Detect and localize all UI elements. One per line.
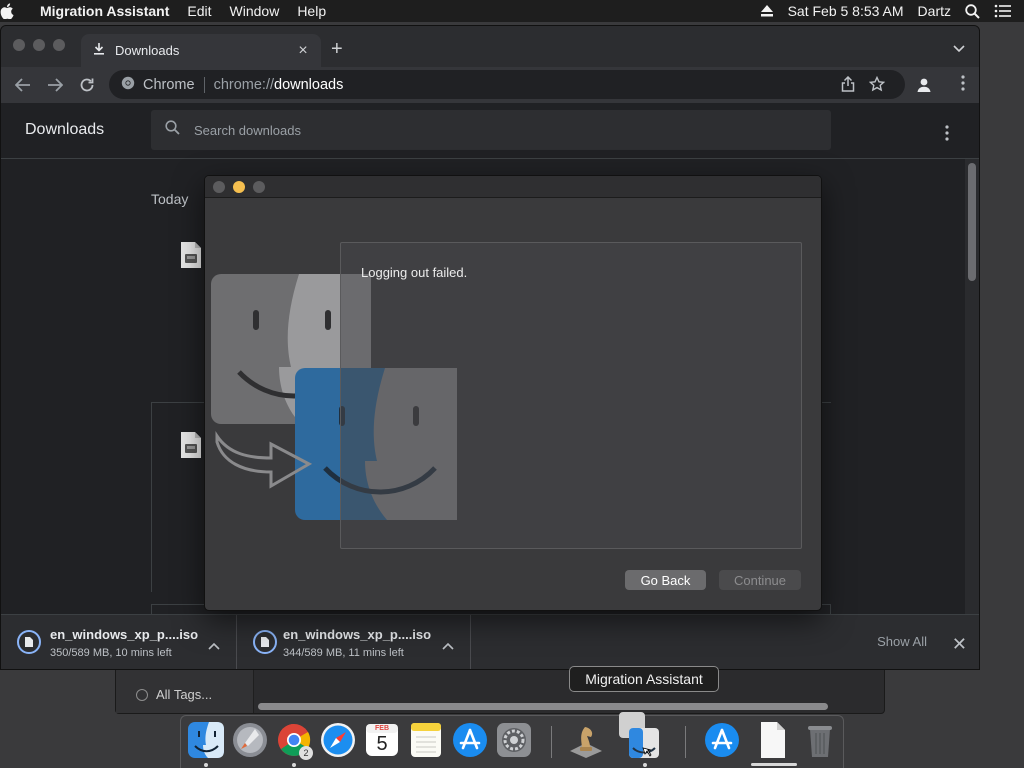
safari-icon[interactable]: [319, 721, 357, 759]
finder-horizontal-scrollbar[interactable]: [258, 703, 828, 710]
running-indicator: [643, 763, 647, 767]
menu-clock[interactable]: Sat Feb 5 8:53 AM: [788, 3, 904, 19]
dock-separator: [551, 726, 552, 758]
close-shelf-icon[interactable]: ✕: [952, 634, 967, 655]
omnibox-divider: [203, 76, 205, 93]
tab-close-icon[interactable]: ×: [293, 42, 313, 60]
show-all-button[interactable]: Show All: [877, 634, 927, 649]
zoom-window-button[interactable]: [53, 39, 65, 51]
finder-icon[interactable]: [187, 721, 225, 759]
chevron-up-icon[interactable]: [442, 637, 454, 655]
download-progress-bar: [751, 763, 797, 766]
address-bar[interactable]: Chrome chrome://downloads: [109, 70, 905, 99]
app-store-icon[interactable]: [451, 721, 489, 759]
chrome-traffic-lights: [13, 39, 65, 51]
minimize-window-button[interactable]: [233, 181, 245, 193]
go-back-button[interactable]: Go Back: [625, 570, 706, 590]
shelf-file-name: en_windows_xp_p....iso: [50, 627, 199, 642]
chevron-up-icon[interactable]: [208, 637, 220, 655]
profile-avatar-icon[interactable]: [913, 74, 935, 96]
menu-bar: Migration Assistant Edit Window Help Sat…: [0, 0, 1024, 22]
share-icon[interactable]: [841, 75, 855, 96]
migration-assistant-window: Logging out failed. Go Back Continue: [204, 175, 822, 611]
status-message: Logging out failed.: [361, 265, 468, 280]
ma-titlebar: [205, 176, 821, 198]
chrome-notification-badge: 2: [299, 746, 313, 760]
document-icon[interactable]: [753, 721, 791, 759]
close-window-button[interactable]: [213, 181, 225, 193]
ma-traffic-lights: [213, 181, 265, 193]
status-panel: Logging out failed.: [340, 242, 802, 549]
tab-downloads[interactable]: Downloads ×: [81, 34, 321, 67]
new-tab-button[interactable]: +: [331, 38, 343, 61]
bookmark-star-icon[interactable]: [868, 75, 886, 96]
file-icon: [180, 241, 202, 274]
eject-icon[interactable]: [760, 5, 774, 17]
menu-help[interactable]: Help: [297, 3, 326, 19]
running-indicator: [292, 763, 296, 767]
chrome-menu-icon[interactable]: [961, 75, 965, 96]
minimize-window-button[interactable]: [33, 39, 45, 51]
menu-window[interactable]: Window: [230, 3, 280, 19]
menu-edit[interactable]: Edit: [187, 3, 211, 19]
chrome-toolbar: Chrome chrome://downloads: [1, 67, 979, 103]
tab-label: Downloads: [115, 43, 180, 58]
forward-arrow-icon[interactable]: [45, 75, 65, 95]
search-input[interactable]: [194, 122, 794, 138]
tab-strip: Downloads × +: [1, 26, 979, 67]
back-arrow-icon[interactable]: [13, 75, 33, 95]
shelf-file-status: 350/589 MB, 10 mins left: [50, 647, 172, 659]
downloads-search[interactable]: [151, 110, 831, 150]
close-window-button[interactable]: [13, 39, 25, 51]
section-today-label: Today: [151, 191, 189, 207]
url-host: downloads: [274, 76, 344, 93]
reload-icon[interactable]: [77, 75, 97, 95]
dock-tooltip: Migration Assistant: [569, 666, 719, 692]
finder-tag-label: All Tags...: [156, 687, 213, 702]
omnibox-chip: Chrome: [143, 76, 195, 93]
finder-tag-all-tags[interactable]: All Tags...: [136, 687, 212, 702]
notification-center-icon[interactable]: [994, 4, 1012, 18]
launchpad-icon[interactable]: [231, 721, 269, 759]
shelf-file-status: 344/589 MB, 11 mins left: [283, 647, 404, 659]
menu-app-name[interactable]: Migration Assistant: [40, 3, 169, 19]
menu-user[interactable]: Dartz: [918, 3, 951, 19]
shelf-item-2[interactable]: en_windows_xp_p....iso 344/589 MB, 11 mi…: [237, 615, 471, 669]
app-store-downloads-icon[interactable]: [703, 721, 741, 759]
calendar-day: 5: [376, 733, 388, 755]
downloads-more-icon[interactable]: [945, 125, 949, 146]
running-indicator: [204, 763, 208, 767]
file-icon: [180, 431, 202, 464]
scrollbar-thumb[interactable]: [968, 163, 976, 281]
continue-button: Continue: [719, 570, 801, 590]
download-shelf: en_windows_xp_p....iso 350/589 MB, 10 mi…: [1, 614, 979, 669]
search-icon: [165, 120, 180, 140]
page-title: Downloads: [25, 121, 105, 138]
chess-icon[interactable]: [567, 721, 605, 759]
chrome-logo-icon: [121, 76, 135, 94]
dock: 2 FEB 5: [180, 712, 844, 768]
zoom-window-button[interactable]: [253, 181, 265, 193]
migration-assistant-dock-icon[interactable]: [617, 710, 663, 762]
download-icon: [93, 43, 105, 58]
calendar-icon[interactable]: FEB 5: [363, 721, 401, 759]
download-progress-icon: [17, 630, 41, 654]
calendar-month: FEB: [375, 725, 389, 732]
dock-separator: [685, 726, 686, 758]
url-scheme: chrome://: [213, 76, 275, 93]
apple-menu-icon[interactable]: [0, 3, 40, 19]
download-progress-icon: [253, 630, 277, 654]
spotlight-search-icon[interactable]: [965, 3, 980, 19]
downloads-header: Downloads: [1, 103, 979, 159]
system-preferences-icon[interactable]: [495, 721, 533, 759]
trash-icon[interactable]: [801, 721, 839, 759]
shelf-file-name: en_windows_xp_p....iso: [283, 627, 432, 642]
tab-search-chevron-icon[interactable]: [953, 40, 965, 58]
download-progress-fill: [751, 763, 797, 766]
shelf-item-1[interactable]: en_windows_xp_p....iso 350/589 MB, 10 mi…: [1, 615, 237, 669]
tag-circle-icon: [136, 688, 148, 701]
page-scrollbar[interactable]: [965, 159, 979, 614]
notes-icon[interactable]: [407, 721, 445, 759]
